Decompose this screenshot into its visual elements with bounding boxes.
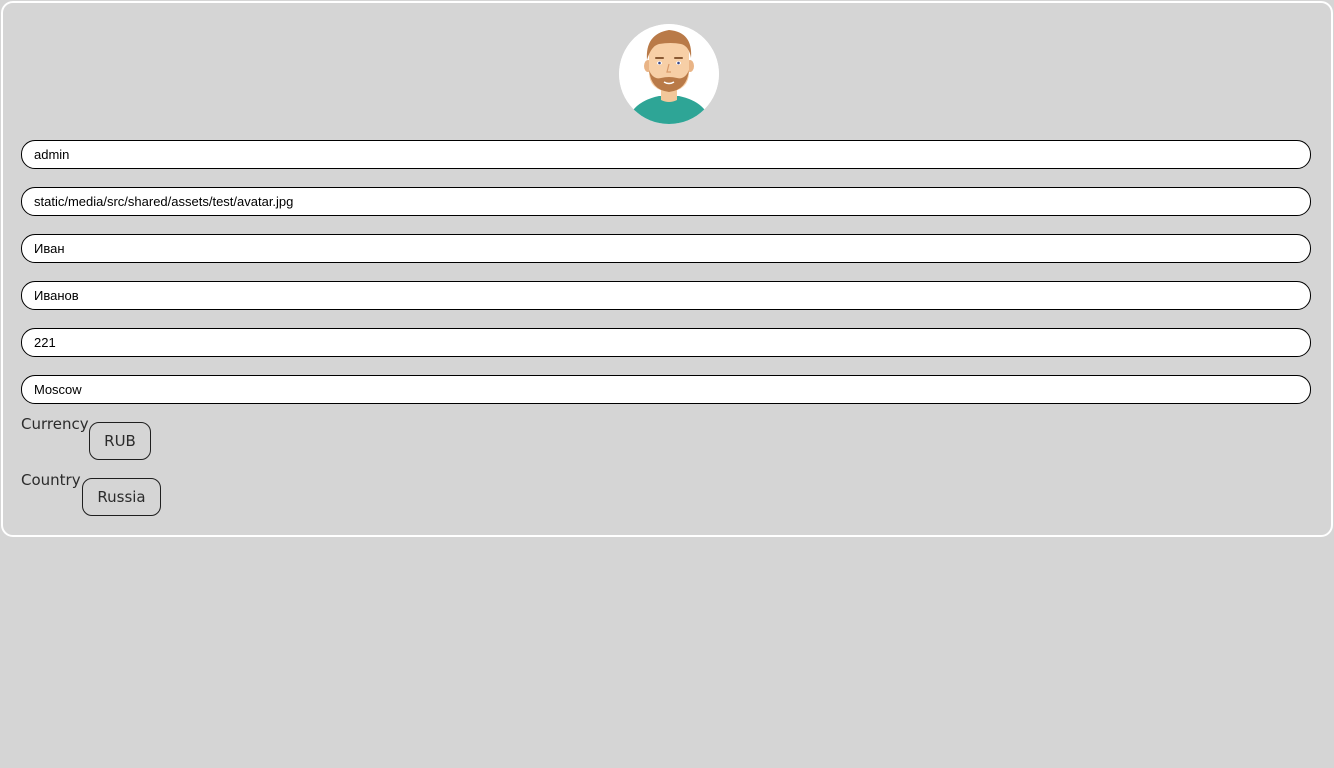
avatar-illustration	[619, 24, 719, 124]
country-select[interactable]: Russia	[82, 478, 161, 516]
city-input[interactable]	[21, 375, 1311, 404]
country-label: Country	[21, 471, 81, 489]
currency-value: RUB	[104, 432, 136, 450]
currency-select[interactable]: RUB	[89, 422, 151, 460]
profile-card	[1, 1, 1333, 537]
avatar-url-input[interactable]	[21, 187, 1311, 216]
age-input[interactable]	[21, 328, 1311, 357]
last-name-input[interactable]	[21, 281, 1311, 310]
user-avatar-icon	[619, 24, 719, 124]
username-input[interactable]	[21, 140, 1311, 169]
currency-label: Currency	[21, 415, 89, 433]
country-value: Russia	[97, 488, 146, 506]
first-name-input[interactable]	[21, 234, 1311, 263]
